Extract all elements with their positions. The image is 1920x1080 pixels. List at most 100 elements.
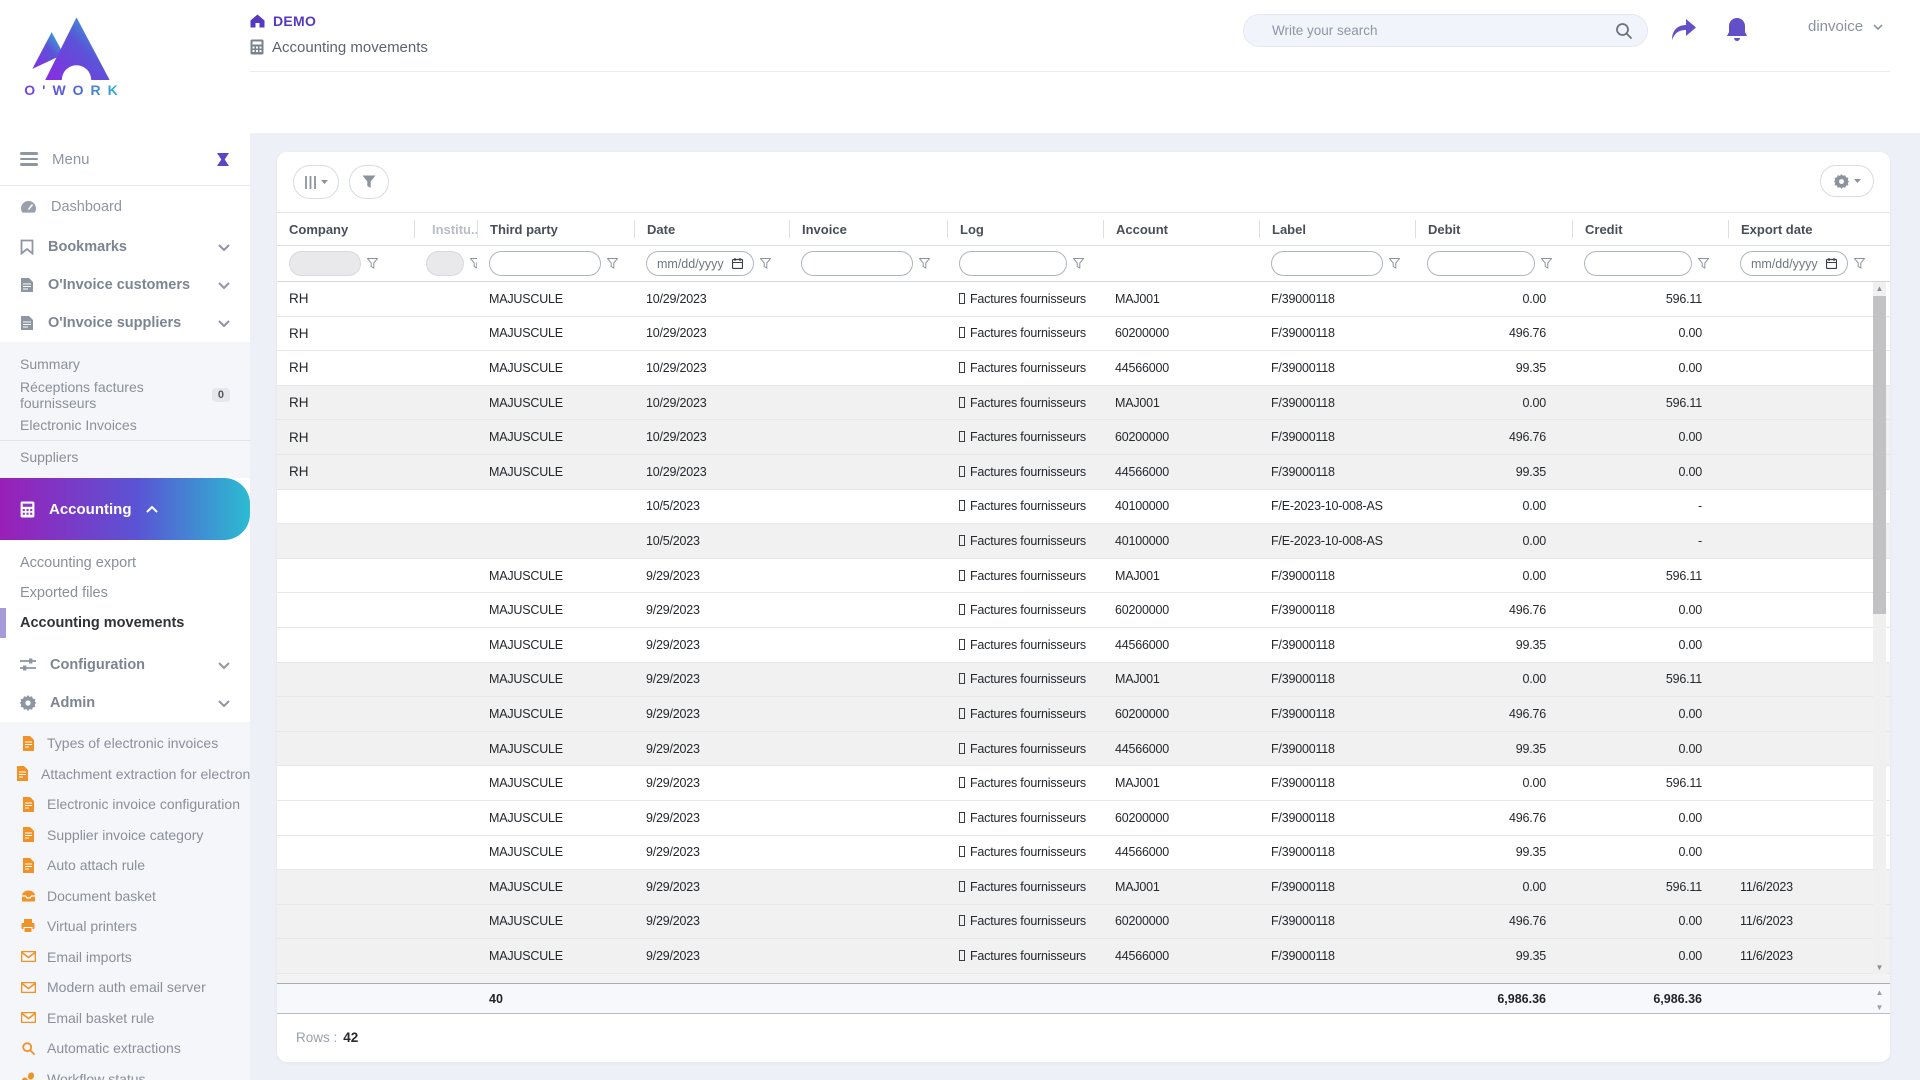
breadcrumb-home[interactable]: DEMO xyxy=(250,10,428,32)
sidebar-item-configuration[interactable]: Configuration xyxy=(0,646,250,684)
table-row[interactable]: MAJUSCULE 9/29/2023 Factures fournisseur… xyxy=(277,662,1890,698)
funnel-icon[interactable] xyxy=(919,258,930,269)
table-row[interactable]: RH MAJUSCULE 10/29/2023 Factures fournis… xyxy=(277,454,1890,490)
sidebar-item-suppliers[interactable]: Suppliers xyxy=(0,441,250,472)
column-header-credit[interactable]: Credit xyxy=(1572,220,1728,238)
table-row[interactable]: MAJUSCULE 9/29/2023 Factures fournisseur… xyxy=(277,559,1890,594)
table-row[interactable]: MAJUSCULE 9/29/2023 Factures fournisseur… xyxy=(277,870,1890,905)
table-row[interactable]: RH MAJUSCULE 10/29/2023 Factures fournis… xyxy=(277,420,1890,455)
table-row[interactable]: RH MAJUSCULE 10/29/2023 Factures fournis… xyxy=(277,351,1890,386)
document-icon xyxy=(20,827,36,843)
sidebar-item-accounting-movements[interactable]: Accounting movements xyxy=(0,608,250,638)
scroll-up-arrow[interactable]: ▲ xyxy=(1876,988,1884,997)
funnel-icon[interactable] xyxy=(470,258,477,269)
funnel-icon[interactable] xyxy=(1853,258,1865,269)
sidebar-admin-item[interactable]: Virtual printers xyxy=(0,911,250,942)
column-header-date[interactable]: Date xyxy=(634,220,789,238)
sidebar-admin-item[interactable]: Document basket xyxy=(0,881,250,912)
column-header-invoice[interactable]: Invoice xyxy=(789,220,947,238)
export-date-filter-input[interactable]: mm/dd/yyyy xyxy=(1740,251,1848,276)
sidebar-item-receptions[interactable]: Réceptions factures fournisseurs 0 xyxy=(0,379,250,411)
columns-selector-button[interactable] xyxy=(293,165,339,199)
sidebar-admin-item[interactable]: Attachment extraction for electron xyxy=(0,759,250,790)
sidebar-admin-item[interactable]: Automatic extractions xyxy=(0,1033,250,1064)
sidebar-item-oinvoice-suppliers[interactable]: O'Invoice suppliers xyxy=(0,304,250,342)
credit-filter-input[interactable] xyxy=(1584,251,1692,276)
sidebar-admin-item[interactable]: Auto attach rule xyxy=(0,850,250,881)
sidebar-admin-item[interactable]: Email basket rule xyxy=(0,1003,250,1034)
debit-filter-input[interactable] xyxy=(1427,251,1535,276)
scroll-down-arrow[interactable]: ▼ xyxy=(1873,961,1886,974)
scrollbar-thumb[interactable] xyxy=(1873,296,1886,614)
sidebar-item-dashboard[interactable]: Dashboard xyxy=(0,186,250,228)
label-filter-input[interactable] xyxy=(1271,251,1383,276)
institution-filter-input[interactable] xyxy=(426,251,464,276)
horizontal-scrollbar-track[interactable] xyxy=(277,974,1890,984)
sidebar-item-accounting-export[interactable]: Accounting export xyxy=(0,548,250,578)
sidebar-item-electronic-invoices[interactable]: Electronic Invoices xyxy=(0,410,250,441)
table-body: RH MAJUSCULE 10/29/2023 Factures fournis… xyxy=(277,282,1890,974)
sidebar-admin-item[interactable]: Email imports xyxy=(0,942,250,973)
table-row[interactable]: 10/5/2023 Factures fournisseurs 40100000… xyxy=(277,524,1890,559)
column-header-third-party[interactable]: Third party xyxy=(477,220,634,238)
funnel-icon[interactable] xyxy=(1389,258,1400,269)
table-row[interactable]: MAJUSCULE 9/29/2023 Factures fournisseur… xyxy=(277,801,1890,836)
table-row[interactable]: MAJUSCULE 9/29/2023 Factures fournisseur… xyxy=(277,939,1890,974)
scroll-up-arrow[interactable]: ▲ xyxy=(1873,282,1886,295)
vertical-scrollbar[interactable]: ▲ ▼ xyxy=(1873,282,1886,974)
scroll-down-arrow[interactable]: ▼ xyxy=(1876,1003,1884,1012)
table-row[interactable]: RH MAJUSCULE 10/29/2023 Factures fournis… xyxy=(277,317,1890,352)
third-party-filter-input[interactable] xyxy=(489,251,601,276)
table-row[interactable]: RH MAJUSCULE 10/29/2023 Factures fournis… xyxy=(277,385,1890,421)
sidebar-item-admin[interactable]: Admin xyxy=(0,684,250,722)
table-row[interactable]: MAJUSCULE 9/29/2023 Factures fournisseur… xyxy=(277,697,1890,732)
column-header-account[interactable]: Account xyxy=(1103,220,1259,238)
table-row[interactable]: MAJUSCULE 9/29/2023 Factures fournisseur… xyxy=(277,593,1890,628)
breadcrumb-page[interactable]: Accounting movements xyxy=(250,36,428,58)
table-row[interactable]: MAJUSCULE 9/29/2023 Factures fournisseur… xyxy=(277,766,1890,801)
filter-button[interactable] xyxy=(349,165,389,199)
table-settings-button[interactable] xyxy=(1820,165,1874,197)
invoice-filter-input[interactable] xyxy=(801,251,913,276)
column-header-debit[interactable]: Debit xyxy=(1415,220,1572,238)
table-row[interactable]: 10/5/2023 Factures fournisseurs 40100000… xyxy=(277,490,1890,525)
search-icon[interactable] xyxy=(1615,22,1633,40)
pin-icon[interactable] xyxy=(216,152,230,167)
sidebar-admin-item[interactable]: Modern auth email server xyxy=(0,972,250,1003)
column-header-export-date[interactable]: Export date xyxy=(1728,220,1873,238)
sidebar-admin-item[interactable]: Supplier invoice category xyxy=(0,820,250,851)
table-row[interactable]: MAJUSCULE 9/29/2023 Factures fournisseur… xyxy=(277,904,1890,940)
funnel-icon[interactable] xyxy=(607,258,618,269)
user-menu[interactable]: dinvoice xyxy=(1808,18,1883,35)
sidebar-admin-item[interactable]: Electronic invoice configuration xyxy=(0,789,250,820)
search-input[interactable] xyxy=(1272,23,1615,38)
document-icon xyxy=(14,766,30,782)
column-header-institution[interactable]: Institu... xyxy=(414,220,477,238)
table-row[interactable]: MAJUSCULE 9/29/2023 Factures fournisseur… xyxy=(277,628,1890,663)
sidebar-item-oinvoice-customers[interactable]: O'Invoice customers xyxy=(0,266,250,304)
app-logo[interactable]: O'WORK xyxy=(16,8,126,98)
company-filter-input[interactable] xyxy=(289,251,361,276)
sidebar-item-exported-files[interactable]: Exported files xyxy=(0,578,250,608)
table-row[interactable]: RH MAJUSCULE 10/29/2023 Factures fournis… xyxy=(277,282,1890,317)
column-header-label[interactable]: Label xyxy=(1259,220,1415,238)
date-filter-input[interactable]: mm/dd/yyyy xyxy=(646,251,754,276)
sidebar-item-bookmarks[interactable]: Bookmarks xyxy=(0,228,250,266)
share-icon[interactable] xyxy=(1668,16,1698,42)
sidebar-admin-item[interactable]: Workflow status xyxy=(0,1064,250,1080)
log-filter-input[interactable] xyxy=(959,251,1067,276)
sidebar-item-accounting-active[interactable]: Accounting xyxy=(0,478,250,540)
funnel-icon[interactable] xyxy=(1541,258,1552,269)
column-header-company[interactable]: Company xyxy=(277,220,414,238)
menu-toggle[interactable]: Menu xyxy=(0,133,250,186)
funnel-icon[interactable] xyxy=(759,258,771,269)
sidebar-item-summary[interactable]: Summary xyxy=(0,348,250,379)
funnel-icon[interactable] xyxy=(367,258,378,269)
table-row[interactable]: MAJUSCULE 9/29/2023 Factures fournisseur… xyxy=(277,731,1890,767)
table-row[interactable]: MAJUSCULE 9/29/2023 Factures fournisseur… xyxy=(277,836,1890,871)
column-header-log[interactable]: Log xyxy=(947,220,1103,238)
funnel-icon[interactable] xyxy=(1698,258,1709,269)
funnel-icon[interactable] xyxy=(1073,258,1084,269)
sidebar-admin-item[interactable]: Types of electronic invoices xyxy=(0,728,250,759)
bell-icon[interactable] xyxy=(1724,16,1750,44)
